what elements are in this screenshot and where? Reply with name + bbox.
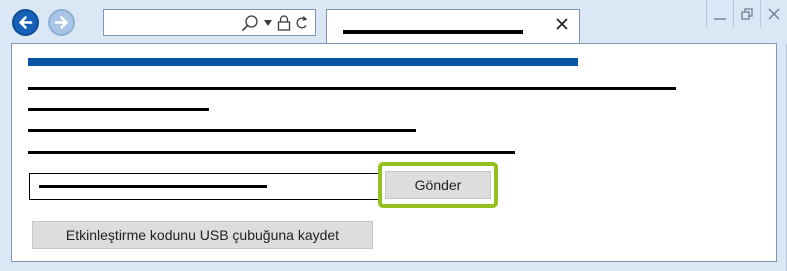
arrow-right-icon	[54, 16, 68, 29]
browser-window: Gönder Etkinleştirme kodunu USB çubuğuna…	[0, 0, 787, 271]
forward-button[interactable]	[48, 9, 75, 36]
submit-button[interactable]: Gönder	[385, 171, 491, 199]
page-header-bar	[28, 58, 578, 66]
address-bar[interactable]	[103, 9, 316, 36]
restore-icon	[741, 7, 753, 20]
redacted-input-value	[39, 185, 267, 188]
window-close-button[interactable]	[760, 0, 787, 27]
refresh-icon[interactable]	[295, 14, 309, 32]
dropdown-arrow-icon[interactable]	[263, 14, 273, 32]
save-to-usb-button[interactable]: Etkinleştirme kodunu USB çubuğuna kaydet	[32, 221, 373, 249]
address-bar-icons	[240, 13, 309, 33]
search-icon[interactable]	[240, 14, 260, 32]
activation-code-input[interactable]	[29, 173, 379, 200]
redacted-text-line	[28, 87, 676, 90]
submit-button-highlight: Gönder	[378, 162, 498, 208]
page-content: Gönder Etkinleştirme kodunu USB çubuğuna…	[11, 43, 777, 262]
tab-title-redacted	[343, 30, 523, 34]
close-icon	[768, 8, 780, 19]
tab-close-icon[interactable]	[554, 16, 570, 32]
browser-toolbar	[0, 0, 787, 44]
redacted-text-line	[28, 151, 515, 154]
redacted-text-line	[28, 129, 416, 132]
back-button[interactable]	[12, 9, 39, 36]
window-controls	[706, 0, 787, 27]
redacted-text-line	[28, 108, 209, 111]
arrow-left-icon	[19, 16, 33, 29]
restore-button[interactable]	[733, 0, 760, 27]
minimize-button[interactable]	[706, 0, 733, 27]
browser-tab[interactable]	[326, 9, 580, 44]
lock-icon[interactable]	[276, 14, 292, 32]
minimize-icon	[714, 17, 726, 20]
